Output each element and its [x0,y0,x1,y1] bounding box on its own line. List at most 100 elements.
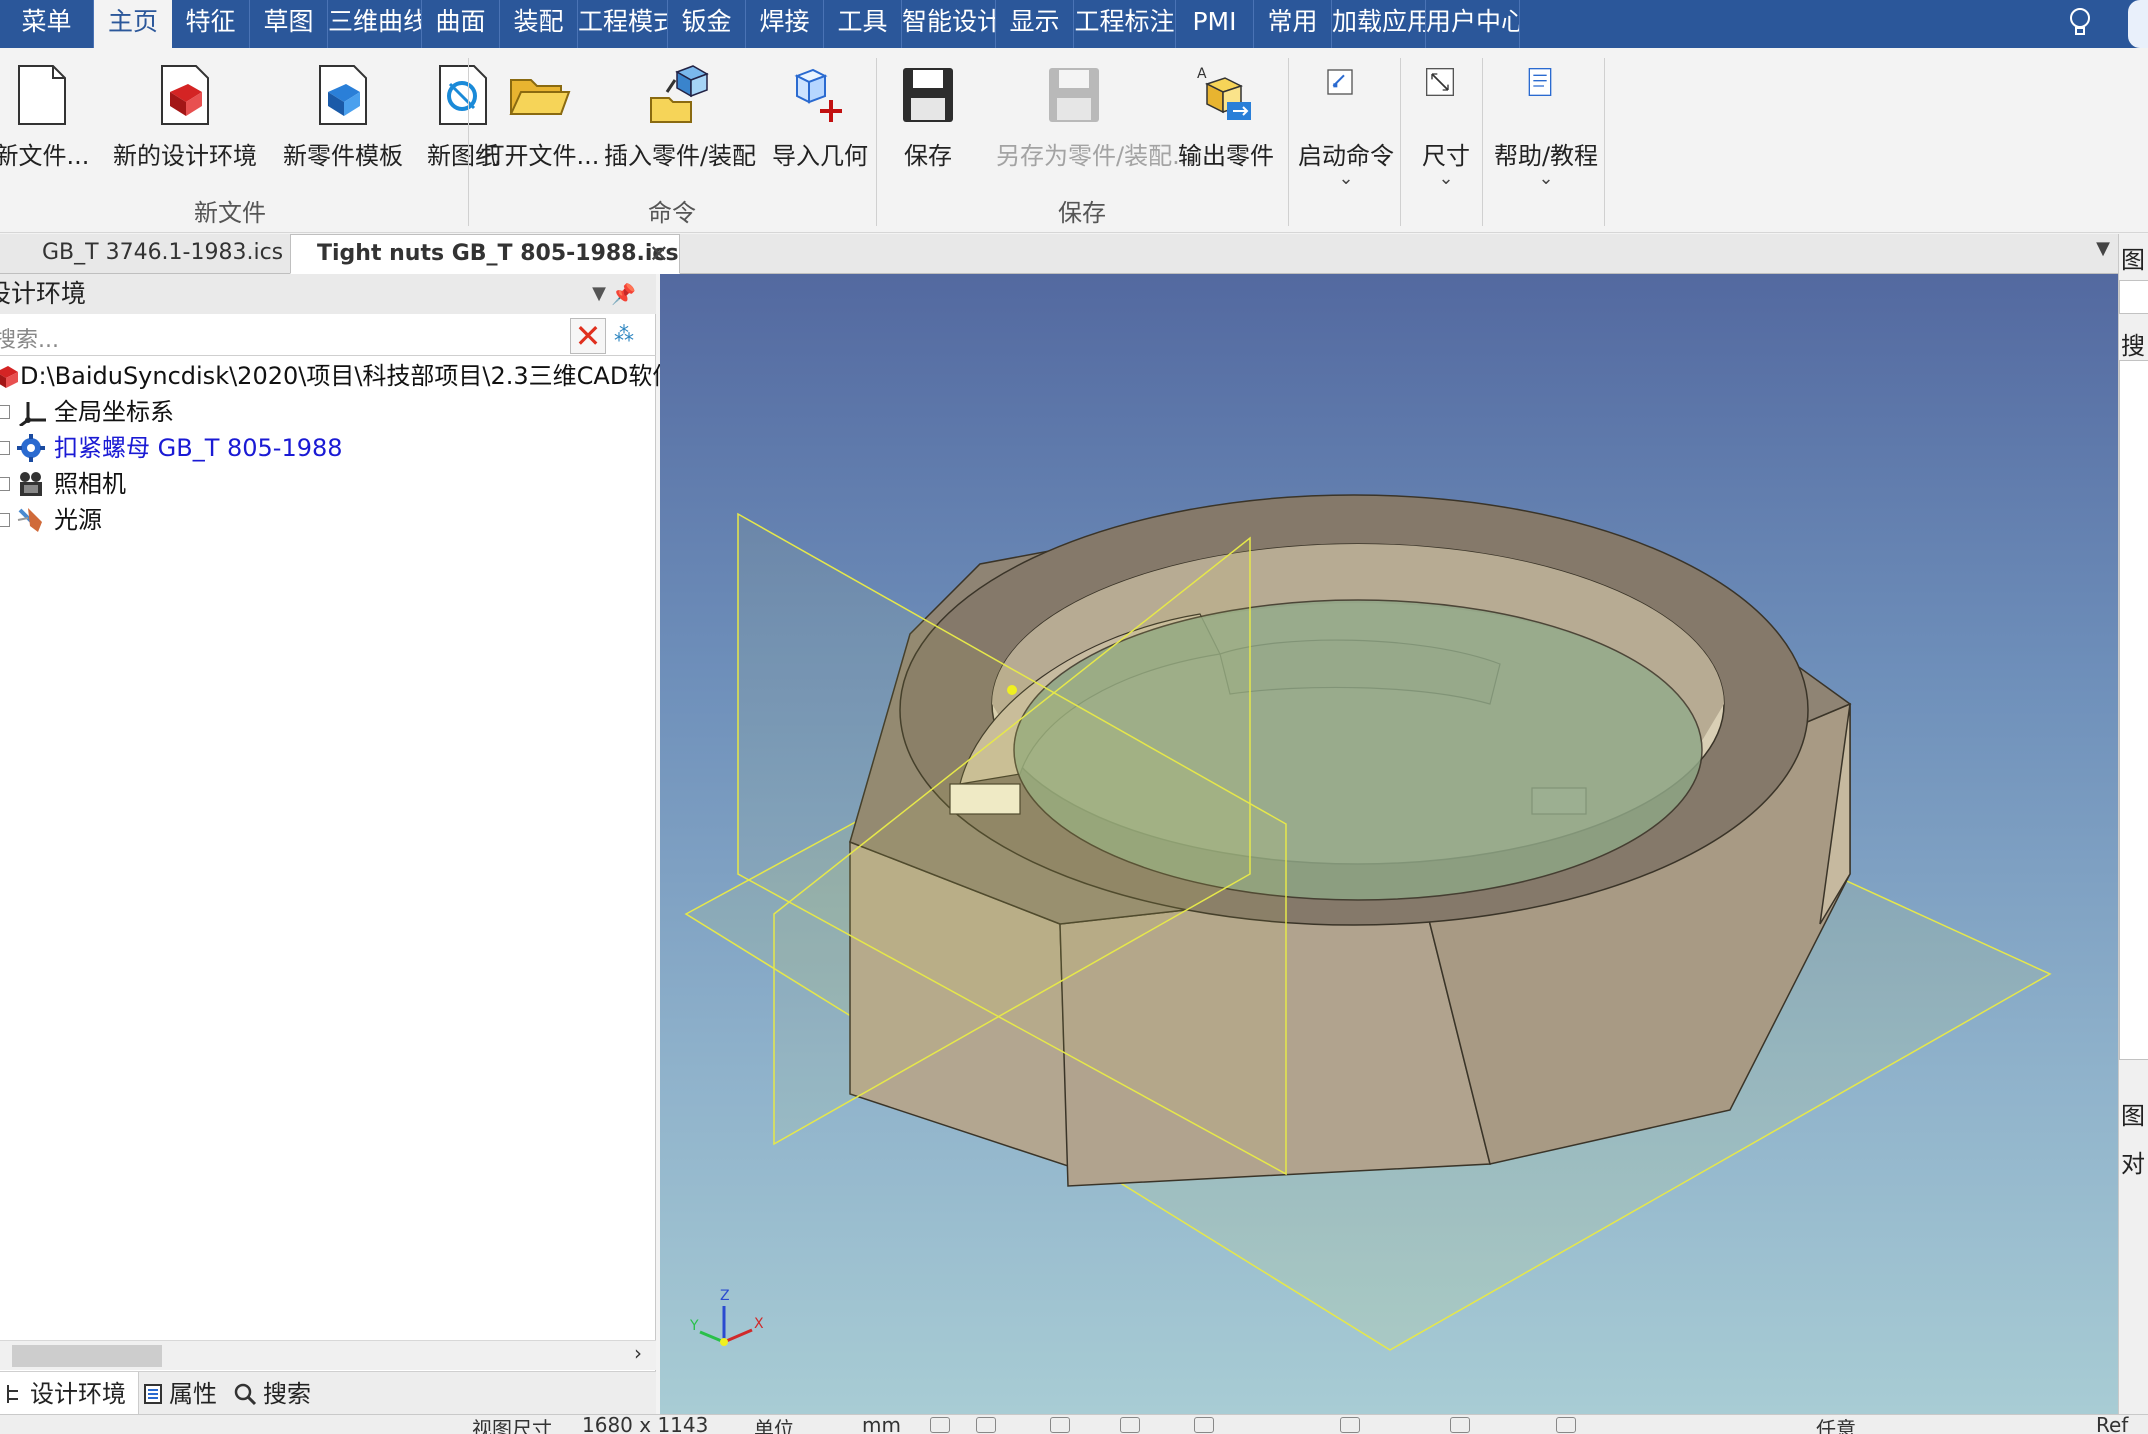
save-button[interactable]: 保存 [890,56,966,206]
scroll-right-icon[interactable]: › [634,1341,642,1365]
ribbon-separator [1604,58,1605,226]
tabs-dropdown-icon[interactable]: ▼ [2096,238,2110,259]
menu-tab-tools[interactable]: 工具 [824,0,902,48]
help-tutorial-button[interactable]: 帮助/教程 ⌄ [1494,56,1598,206]
new-part-template-icon [319,65,367,125]
3d-viewport[interactable]: Z X Y [660,274,2118,1414]
status-tool-icon[interactable] [930,1417,950,1433]
doc-tab-tight-nuts[interactable]: Tight nuts GB_T 805-1988.ics ✕ [290,234,680,274]
status-tool-icon[interactable] [1050,1417,1070,1433]
panel-dropdown-icon[interactable]: ▼ [592,274,606,314]
tree-item-label: 扣紧螺母 GB_T 805-1988 [54,434,343,462]
scrollbar-thumb[interactable] [12,1345,162,1367]
right-dock-tab-1[interactable]: 图 [2121,240,2145,275]
menu-tab-welding[interactable]: 焊接 [746,0,824,48]
tree-search-bar: 搜索... ✕ ⁂ [0,316,656,356]
tab-design-environment[interactable]: 设计环境 [0,1372,139,1416]
save-disk-icon [903,68,953,122]
unit-value[interactable]: mm [862,1415,901,1434]
open-file-button[interactable]: 打开文件... [481,56,599,206]
menu-tab-menu[interactable]: 菜单 [0,0,94,48]
ribbon: 新文件... 新的设计环境 新零件模板 新图纸 新文件 打开文件... 插入零件… [0,48,2148,233]
tab-search[interactable]: 搜索 [229,1372,323,1416]
design-env-icon [0,366,18,388]
tree-item-label: 照相机 [54,470,126,498]
dimension-button[interactable]: 尺寸 ⌄ [1408,56,1484,206]
horizontal-scrollbar[interactable]: › [0,1340,656,1370]
launch-command-button[interactable]: 启动命令 ⌄ [1298,56,1394,206]
right-dock-search[interactable]: 搜 [2121,326,2145,361]
menu-tab-assembly[interactable]: 装配 [500,0,578,48]
import-geometry-button[interactable]: 导入几何 [772,56,868,206]
new-design-env-button[interactable]: 新的设计环境 [113,56,257,206]
menu-tab-sketch[interactable]: 草图 [250,0,328,48]
clear-search-icon[interactable]: ✕ [570,318,606,354]
new-file-icon [18,65,66,125]
panel-bottom-tabs: 设计环境 属性 搜索 [0,1371,656,1416]
tree-item-label: 光源 [54,506,102,534]
right-dock-tab-3[interactable]: 对 [2121,1144,2145,1179]
view-size-value: 1680 x 1143 [582,1414,709,1434]
expand-icon[interactable] [0,513,10,527]
lightbulb-icon[interactable] [2062,6,2098,42]
menu-tab-user-center[interactable]: 用户中心 [1426,0,1520,48]
tab-label: 搜索 [263,1380,311,1408]
tab-properties[interactable]: 属性 [139,1372,229,1416]
right-dock: 图 搜 图 对 [2118,234,2148,1414]
status-tool-icon[interactable] [1340,1417,1360,1433]
insert-part-button[interactable]: 插入零件/装配 [604,56,756,206]
dimension-icon [1426,68,1454,96]
new-file-button[interactable]: 新文件... [0,56,89,206]
help-book-icon [1528,68,1552,96]
tab-label: 设计环境 [30,1380,126,1408]
menu-tab-dimensioning[interactable]: 工程标注 [1074,0,1176,48]
menu-tab-common[interactable]: 常用 [1254,0,1332,48]
svg-text:A: A [1197,66,1207,82]
origin-point [1007,685,1017,695]
right-dock-box[interactable] [2119,280,2148,314]
new-drawing-button[interactable]: 新图纸 [420,56,506,206]
menu-tab-features[interactable]: 特征 [172,0,250,48]
group-label-save: 保存 [1058,199,1106,227]
launch-command-icon [1327,69,1353,95]
insert-part-icon [650,65,709,123]
menu-tab-smart-design[interactable]: 智能设计 [902,0,996,48]
view-size-label: 视图尺寸 [472,1417,552,1434]
new-part-template-button[interactable]: 新零件模板 [283,56,403,206]
select-arrow-icon[interactable] [1556,1417,1576,1433]
light-source-icon [17,508,42,532]
pin-icon[interactable]: 📌 [611,274,636,314]
status-tool-icon[interactable] [1194,1417,1214,1433]
tree-search-input[interactable]: 搜索... [0,322,59,354]
menu-tab-pmi[interactable]: PMI [1176,0,1254,48]
status-tool-icon[interactable] [1450,1417,1470,1433]
new-drawing-icon [439,65,487,125]
save-label: 保存 [904,142,952,170]
menu-tab-sheet-metal[interactable]: 钣金 [668,0,746,48]
x-axis-label: X [754,1316,764,1332]
menu-tab-load-apps[interactable]: 加载应用程 [1332,0,1426,48]
save-as-button[interactable]: 另存为零件/装配... [996,56,1195,206]
right-dock-tab-2[interactable]: 图 [2121,1096,2145,1131]
status-tool-icon[interactable] [1120,1417,1140,1433]
expand-icon[interactable] [0,405,10,419]
menu-tab-display[interactable]: 显示 [996,0,1074,48]
expand-icon[interactable] [0,441,10,455]
close-icon[interactable]: ✕ [649,235,669,273]
tree-item-label: D:\BaiduSyncdisk\2020\项目\科技部项目\2.3三维CAD软… [20,362,677,390]
doc-tab-gb-t-3746[interactable]: GB_T 3746.1-1983.ics [0,234,286,274]
menu-tab-engineering-mode[interactable]: 工程模式 [578,0,668,48]
expand-icon[interactable] [0,477,10,491]
menu-bar: 菜单 主页 特征 草图 三维曲线 曲面 装配 工程模式 钣金 焊接 工具 智能设… [0,0,2148,48]
panel-header: 设计环境 ▼ 📌 [0,274,656,314]
export-part-button[interactable]: A 输出零件 [1178,56,1274,206]
status-tool-icon[interactable] [976,1417,996,1433]
selection-filter[interactable]: 任意 [1816,1415,1856,1434]
new-design-env-label: 新的设计环境 [113,142,257,170]
menu-tab-home[interactable]: 主页 [94,0,172,48]
menu-tab-surface[interactable]: 曲面 [422,0,500,48]
search-options-icon[interactable]: ⁂ [614,322,634,346]
folder-open-icon [509,79,571,115]
menu-tab-3d-curves[interactable]: 三维曲线 [328,0,422,48]
unit-label: 单位 [754,1417,794,1434]
